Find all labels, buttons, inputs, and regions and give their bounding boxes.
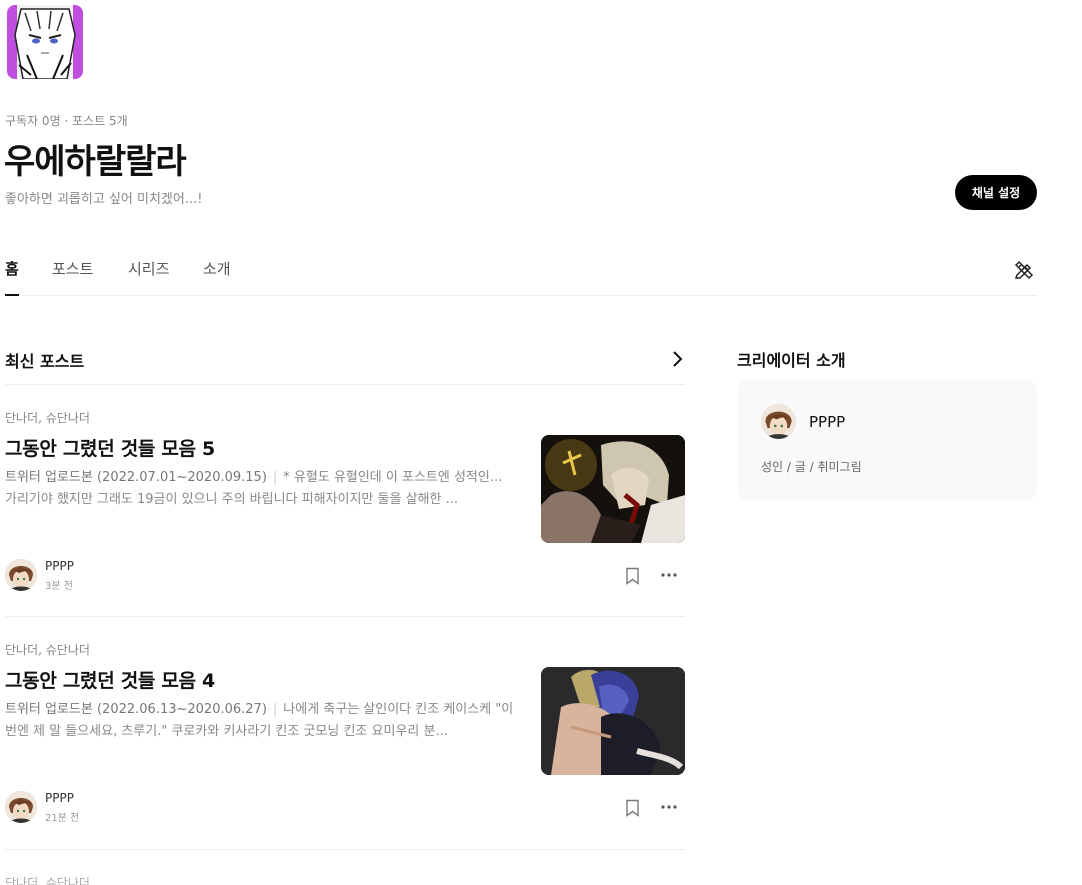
channel-stats: 구독자 0명 · 포스트 5개 [5,114,128,128]
post-time: 3분 전 [45,581,73,592]
bookmark-icon[interactable] [625,799,640,817]
post-title[interactable]: 그동안 그렸던 것들 모음 5 [5,434,215,461]
more-options-icon[interactable] [660,804,678,810]
post-excerpt[interactable]: 트위터 업로드본 (2022.06.13~2020.06.27) | 나에게 축구는… [5,699,515,743]
post-category[interactable]: 단나더, 슈단나더 [5,874,90,885]
creator-avatar[interactable] [761,404,796,439]
post-excerpt[interactable]: 트위터 업로드본 (2022.07.01~2020.09.15) | * 유혈도 유… [5,467,515,511]
divider [5,616,685,617]
tab-series[interactable]: 시리즈 [128,258,169,296]
channel-title: 우에하랄랄라 [4,142,187,182]
tab-posts[interactable]: 포스트 [52,258,93,296]
creator-card[interactable]: PPPP 성인 / 글 / 취미그림 [737,380,1037,500]
channel-description: 좋아하면 괴롭히고 싶어 미치겠어...! [5,192,203,207]
post-excerpt-lead: 트위터 업로드본 (2022.07.01~2020.09.15) [5,470,267,485]
divider [5,849,685,850]
chevron-right-icon[interactable] [668,349,686,369]
channel-avatar [7,5,83,79]
tab-home[interactable]: 홈 [5,258,19,296]
post-time: 21분 전 [45,813,80,824]
creator-name[interactable]: PPPP [809,413,845,431]
excerpt-separator: | [272,470,278,485]
author-avatar[interactable] [5,559,37,591]
post-thumbnail[interactable] [541,435,685,543]
divider [5,384,685,385]
post-category[interactable]: 단나더, 슈단나더 [5,409,90,426]
tab-about[interactable]: 소개 [203,258,231,296]
bookmark-icon[interactable] [625,567,640,585]
excerpt-separator: | [272,702,278,717]
latest-posts-title: 최신 포스트 [5,352,85,371]
post-category[interactable]: 단나더, 슈단나더 [5,641,90,658]
post-thumbnail[interactable] [541,667,685,775]
channel-settings-button[interactable]: 채널 설정 [955,175,1037,210]
author-name[interactable]: PPPP [45,559,74,573]
channel-tabs: 홈 포스트 시리즈 소개 [5,255,1037,296]
author-avatar[interactable] [5,791,37,823]
post-title[interactable]: 그동안 그렸던 것들 모음 4 [5,666,215,693]
creator-intro-title: 크리에이터 소개 [737,351,846,370]
creator-tags: 성인 / 글 / 취미그림 [761,460,862,474]
write-tools-icon[interactable] [1012,258,1036,282]
post-excerpt-lead: 트위터 업로드본 (2022.06.13~2020.06.27) [5,702,267,717]
more-options-icon[interactable] [660,572,678,578]
author-name[interactable]: PPPP [45,791,74,805]
